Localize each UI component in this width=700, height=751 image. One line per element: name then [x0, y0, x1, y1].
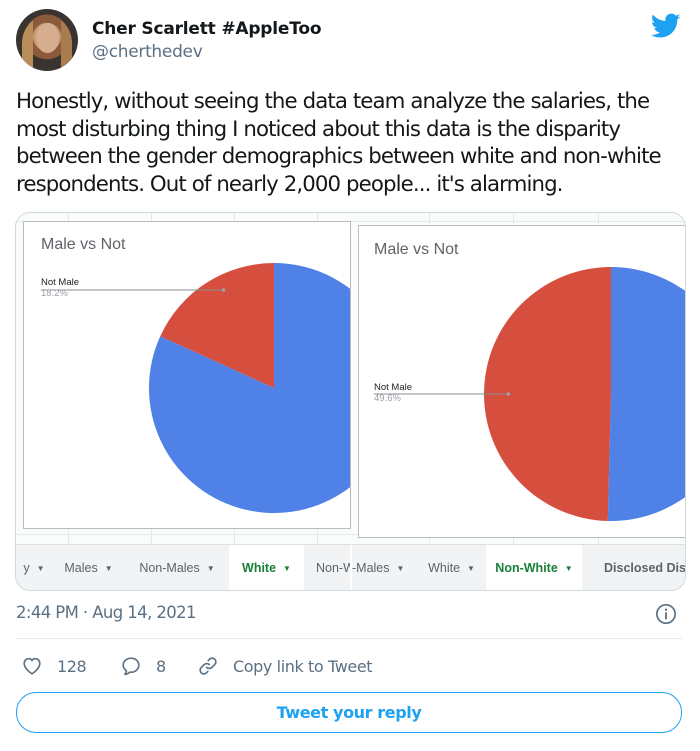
caret-down-icon: ▼ — [283, 563, 291, 573]
twitter-bird-icon[interactable] — [651, 13, 681, 39]
divider — [16, 638, 682, 639]
caret-down-icon: ▼ — [467, 563, 475, 573]
slice-label-not-male: Not Male — [374, 382, 413, 393]
leader-dot — [506, 392, 511, 396]
author-handle[interactable]: @cherthedev — [92, 42, 203, 62]
author-display-name[interactable]: Cher Scarlett #AppleToo — [92, 19, 322, 39]
pie-slice-male — [607, 267, 685, 521]
sheet-tab-non-white-active[interactable]: Non-White ▼ — [486, 545, 582, 590]
sheet-tab-disclosed[interactable]: Disclosed Dis — [582, 545, 685, 590]
like-button[interactable]: 128 — [21, 655, 87, 677]
reply-action-button[interactable]: 8 — [120, 655, 166, 677]
tweet-your-reply-button[interactable]: Tweet your reply — [16, 692, 682, 733]
heart-icon — [23, 657, 41, 675]
sheet-tab-white[interactable]: White ▼ — [417, 545, 486, 590]
sheet-tab[interactable]: y ▼ — [16, 545, 52, 590]
tweet-timestamp[interactable]: 2:44 PM · Aug 14, 2021 — [16, 603, 197, 622]
sheet-tab-bar: y▼ Males▼ Non-Males▼ White▼ Non-W -Males… — [16, 544, 685, 590]
info-icon[interactable] — [655, 603, 677, 625]
pie-chart-white — [41, 263, 350, 513]
link-icon — [199, 657, 217, 675]
caret-down-icon: ▼ — [396, 563, 404, 573]
reply-count: 8 — [156, 656, 166, 676]
copy-link-button[interactable]: Copy link to Tweet — [197, 655, 373, 677]
sheet-tab-white-active[interactable]: White ▼ — [229, 545, 304, 590]
sheet-tab-males[interactable]: Males ▼ — [52, 545, 125, 590]
tweet-text: Honestly, without seeing the data team a… — [16, 89, 662, 197]
avatar-face — [36, 23, 59, 53]
sheet-tab-non-males[interactable]: Non-Males ▼ — [125, 545, 229, 590]
slice-percent-not-male: 49.6% — [374, 393, 401, 404]
copy-link-label: Copy link to Tweet — [233, 656, 373, 676]
like-count: 128 — [57, 656, 87, 676]
avatar[interactable] — [16, 9, 78, 71]
chart-card-non-white: Male vs Not Not Male 49.6% — [358, 225, 685, 538]
slice-label-not-male: Not Male — [41, 277, 80, 288]
caret-down-icon: ▼ — [206, 563, 215, 573]
slice-percent-not-male: 18.2% — [41, 288, 68, 299]
caret-down-icon: ▼ — [36, 563, 45, 573]
speech-bubble-icon — [122, 657, 140, 676]
chart-card-white: Male vs Not Not Male 18.2% — [23, 221, 351, 529]
caret-down-icon: ▼ — [104, 563, 113, 573]
leader-dot — [221, 288, 226, 292]
caret-down-icon: ▼ — [564, 563, 573, 573]
tweet-media-image[interactable]: Male vs Not Not Male 18.2% Male vs Not N… — [15, 212, 686, 591]
sheet-tab-non-males[interactable]: -Males ▼ — [352, 545, 404, 590]
sheet-tab-non-white[interactable]: Non-W — [304, 545, 350, 590]
